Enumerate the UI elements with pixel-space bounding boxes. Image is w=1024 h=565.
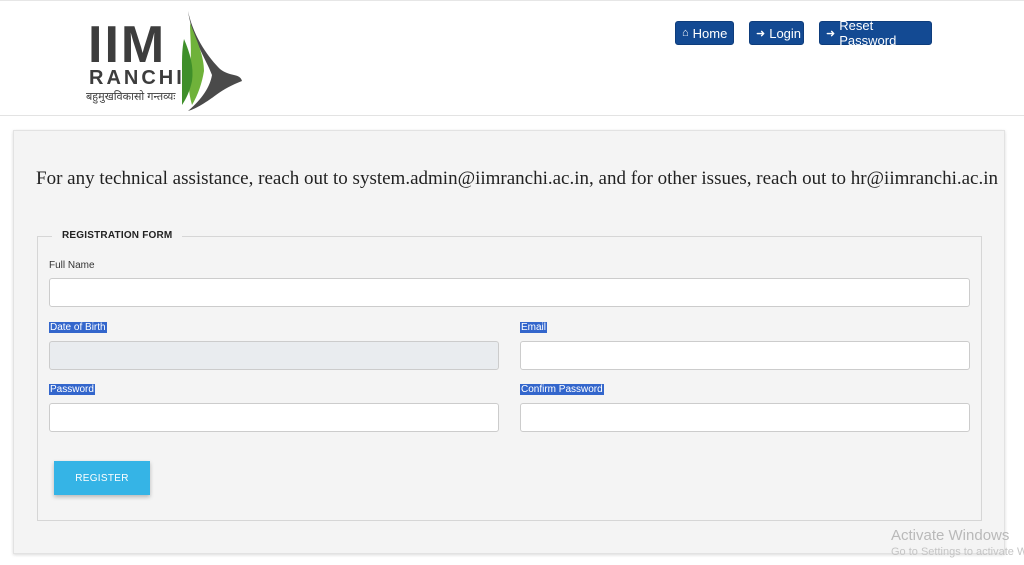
reset-password-label: Reset Password <box>839 18 897 48</box>
home-button[interactable]: ⌂ Home <box>675 21 734 45</box>
logo-iim-text: IIM <box>88 16 167 74</box>
header: IIM RANCHI बहुमुखविकासो गन्तव्यः ⌂ Home … <box>0 0 1024 116</box>
full-name-input[interactable] <box>49 278 970 307</box>
register-button[interactable]: REGISTER <box>54 461 150 495</box>
password-label: Password <box>49 384 95 395</box>
email-label: Email <box>520 322 548 333</box>
activate-windows-title: Activate Windows <box>891 527 1010 544</box>
logo-motto-text: बहुमुखविकासो गन्तव्यः <box>86 91 176 103</box>
form-legend: REGISTRATION FORM <box>52 230 183 241</box>
dob-label: Date of Birth <box>49 322 107 333</box>
confirm-password-label: Confirm Password <box>520 384 604 395</box>
password-input[interactable] <box>49 403 499 432</box>
dob-input[interactable] <box>49 341 499 370</box>
registration-panel: For any technical assistance, reach out … <box>13 130 1005 554</box>
login-label: Login <box>769 25 802 41</box>
iim-ranchi-logo[interactable]: IIM RANCHI बहुमुखविकासो गन्तव्यः <box>86 9 246 113</box>
confirm-password-input[interactable] <box>520 403 970 432</box>
sign-in-icon: ➜ <box>826 27 836 40</box>
full-name-label: Full Name <box>49 260 95 271</box>
login-button[interactable]: ➜ Login <box>749 21 804 45</box>
bird-logo-icon <box>182 11 242 111</box>
home-icon: ⌂ <box>682 27 689 39</box>
reset-password-button[interactable]: ➜ Reset Password <box>819 18 932 48</box>
home-label: Home <box>692 25 728 41</box>
activate-windows-subtitle: Go to Settings to activate Windows. <box>891 546 1024 558</box>
support-notice: For any technical assistance, reach out … <box>36 168 999 189</box>
sign-in-icon: ➜ <box>756 27 766 40</box>
logo-ranchi-text: RANCHI <box>89 67 185 89</box>
registration-fieldset: REGISTRATION FORM Full Name Date of Birt… <box>37 230 982 521</box>
email-input[interactable] <box>520 341 970 370</box>
